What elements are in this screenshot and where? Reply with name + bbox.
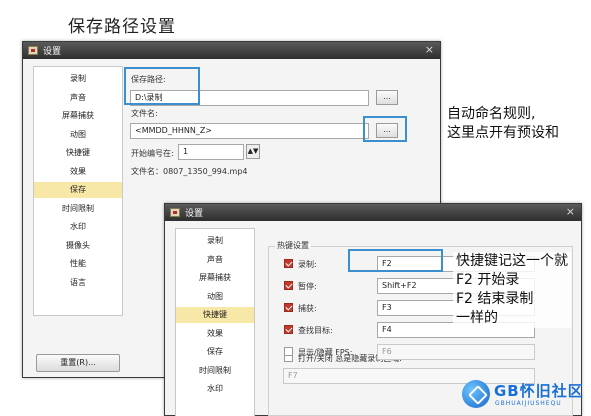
nav-item[interactable]: 屏幕捕获 [34,108,122,124]
watermark-brand: GB怀旧社区 [494,382,584,400]
start-number-input[interactable]: 1 [178,144,244,160]
dialog-titlebar[interactable]: 设置 × [23,42,440,59]
nav-item[interactable]: 效果 [34,164,122,180]
dialog-title: 设置 [185,209,204,219]
nav-item[interactable]: 水印 [176,381,254,397]
nav-item[interactable]: 屏幕捕获 [176,270,254,286]
note-line: 一样的 [456,310,498,326]
dialog-title: 设置 [43,47,62,57]
hotkey-checkbox[interactable] [284,325,293,334]
filename-label: 文件名: [131,109,158,118]
note-line: F2 结束录制 [456,291,534,307]
nav-item[interactable]: 时间限制 [34,201,122,217]
nav-item[interactable]: 保存 [176,344,254,360]
app-icon [170,208,180,217]
close-icon[interactable]: × [425,43,434,56]
start-number-stepper[interactable]: ▲▼ [246,144,260,159]
hotkey-label: 查找目标: [298,326,333,335]
nav-item[interactable]: 水印 [34,219,122,235]
settings-nav: 录制声音屏幕捕获动图快捷键效果保存时间限制水印 [175,228,255,416]
app-icon [28,46,38,55]
note-hotkey: 快捷键记这一个就 F2 开始录 F2 结束录制 一样的 [453,252,571,328]
filename-input[interactable]: <MMDD_HHNN_Z> [130,123,369,139]
nav-item[interactable]: 动图 [34,127,122,143]
nav-item[interactable]: 时间限制 [176,363,254,379]
nav-item[interactable]: 保存 [34,182,122,198]
hotkey-label: 捕获: [298,304,317,313]
gb-logo-icon [462,380,490,408]
nav-item[interactable]: 语言 [34,275,122,291]
nav-item[interactable]: 声音 [34,90,122,106]
hotkey-checkbox[interactable] [284,281,293,290]
nav-item[interactable]: 快捷键 [176,307,254,323]
note-line: F2 开始录 [456,272,520,288]
nav-item[interactable]: 效果 [176,326,254,342]
hotkey-checkbox[interactable] [284,347,293,356]
nav-item[interactable]: 声音 [176,252,254,268]
highlight-record-hotkey [348,249,443,272]
note-line: 快捷键记这一个就 [456,253,568,269]
close-icon[interactable]: × [566,205,575,218]
nav-item[interactable]: 动图 [176,289,254,305]
watermark-sub: GBHUAIJIUSHEQU [495,400,562,407]
hotkey-label: 显示/隐藏 FPS: [298,348,353,357]
nav-item[interactable]: 录制 [34,71,122,87]
note-line: 自动命名规则, [447,106,536,122]
highlight-filename-preset [363,116,407,142]
hotkey-input[interactable]: F6 [377,344,535,360]
hotkey-checkbox[interactable] [284,259,293,268]
note-line: 这里点开有预设和 [447,125,559,141]
reset-button[interactable]: 重置(R)... [36,354,120,372]
hotkey-group-title: 热键设置 [275,240,311,251]
hotkey-label: 暂停: [298,282,317,291]
filename-preview: 文件名：0807_1350_994.mp4 [131,167,248,176]
nav-item[interactable]: 快捷键 [34,145,122,161]
settings-nav: 录制声音屏幕捕获动图快捷键效果保存时间限制水印摄像头性能语言 [33,66,123,316]
save-path-browse-button[interactable]: ... [376,90,398,105]
start-number-label: 开始编号在: [131,149,174,158]
nav-item[interactable]: 录制 [176,233,254,249]
hotkey-checkbox[interactable] [284,303,293,312]
highlight-save-path [124,67,200,105]
caption-save-path-settings: 保存路径设置 [68,17,176,37]
hotkey-label: 录制: [298,260,317,269]
nav-item[interactable]: 摄像头 [34,238,122,254]
nav-item[interactable]: 性能 [34,256,122,272]
watermark-logo: GB怀旧社区 GBHUAIJIUSHEQU [462,378,588,414]
dialog-titlebar[interactable]: 设置 × [165,204,581,221]
note-auto-naming: 自动命名规则, 这里点开有预设和 [447,105,559,143]
